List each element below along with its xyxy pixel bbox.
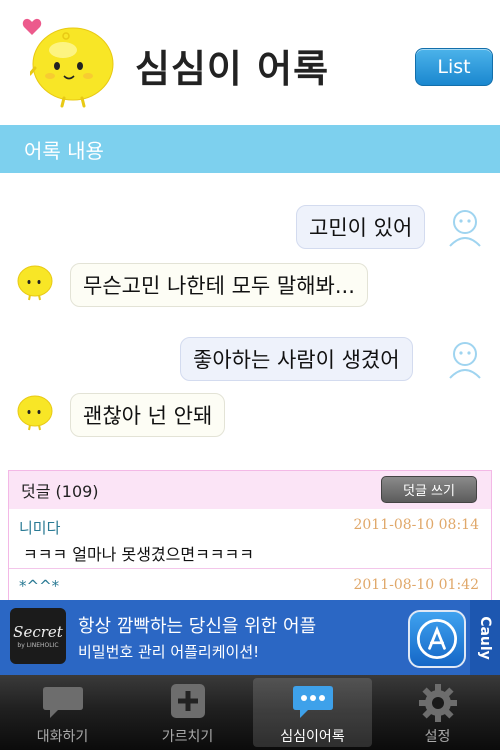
gear-icon [418,684,457,722]
user-message-bubble: 좋아하는 사람이 생겼어 [180,337,413,381]
ad-banner[interactable]: Secret by LINEHOLIC 항상 깜빡하는 당신을 위한 어플 비밀… [0,600,500,675]
tab-chat[interactable]: 대화하기 [0,675,125,750]
comments-panel: 덧글 (109) 덧글 쓰기 니미다 2011-08-10 08:14 ㅋㅋㅋ … [8,470,492,610]
user-avatar-icon [449,342,481,379]
page-title: 심심이 어록 [135,47,330,91]
app-header: 심심이 어록 List [0,0,500,125]
comment-item[interactable]: 니미다 2011-08-10 08:14 ㅋㅋㅋ 얼마나 못생겼으면ㅋㅋㅋㅋ [9,509,491,569]
bot-message-bubble: 무슨고민 나한테 모두 말해봐... [70,263,368,307]
tab-label: 설정 [424,729,451,745]
list-button[interactable]: List [415,48,493,86]
user-message-bubble: 고민이 있어 [296,205,426,249]
ad-network-label: Cauly [470,600,500,675]
tab-quotes[interactable]: 심심이어록 [250,675,375,750]
ad-logo-text: Secret [13,623,63,641]
section-title-bar: 어록 내용 [0,125,500,173]
comment-time: 2011-08-10 08:14 [353,517,479,533]
comment-author: 니미다 [19,519,61,537]
tab-label: 심심이어록 [280,729,345,745]
comments-count: 덧글 (109) [21,482,99,501]
bot-avatar-icon [17,265,53,301]
simsimi-mascot-icon [30,27,114,108]
chat-bubble-icon [42,687,83,718]
ad-subline: 비밀번호 관리 어플리케이션! [78,643,260,661]
comment-time: 2011-08-10 01:42 [353,577,479,593]
comments-header: 덧글 (109) 덧글 쓰기 [9,471,491,509]
speech-dots-icon [292,686,333,718]
ad-side-label: Cauly [477,615,493,660]
ad-app-logo: Secret by LINEHOLIC [10,608,66,664]
tab-label: 대화하기 [36,729,89,745]
tab-bar: 대화하기 가르치기 심심이어록 설정 [0,675,500,750]
bot-avatar-icon [17,395,53,431]
tab-teach[interactable]: 가르치기 [125,675,250,750]
comment-text: ㅋㅋㅋ 얼마나 못생겼으면ㅋㅋㅋㅋ [23,545,254,564]
tab-label: 가르치기 [161,729,214,745]
tab-settings[interactable]: 설정 [375,675,500,750]
plus-icon [170,684,205,718]
app-store-icon[interactable] [408,610,466,668]
write-comment-button[interactable]: 덧글 쓰기 [381,476,477,503]
ad-logo-subtext: by LINEHOLIC [17,642,59,649]
user-avatar-icon [449,210,481,247]
comment-author: *^^* [19,577,60,595]
bot-message-bubble: 괜찮아 넌 안돼 [70,393,226,437]
ad-headline: 항상 깜빡하는 당신을 위한 어플 [78,616,317,637]
